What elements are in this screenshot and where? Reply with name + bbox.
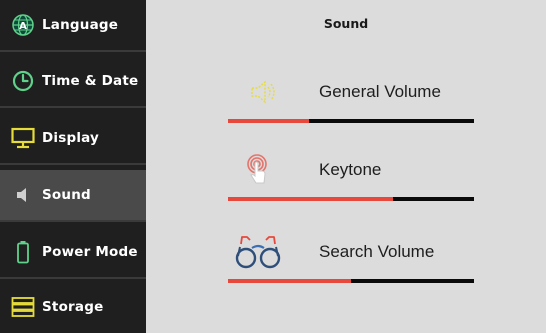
slider-fill: [228, 197, 393, 201]
sidebar-item-sound[interactable]: Sound: [0, 170, 146, 222]
svg-text:A: A: [19, 21, 27, 32]
slider-fill: [228, 279, 351, 283]
setting-general-volume: General Volume: [228, 70, 478, 130]
setting-keytone: Keytone: [228, 148, 478, 208]
sidebar-item-label: Time & Date: [42, 73, 139, 89]
sidebar-item-power-mode[interactable]: Power Mode: [0, 227, 146, 279]
setting-label: General Volume: [319, 82, 441, 101]
sidebar-item-label: Storage: [42, 299, 104, 315]
sidebar-item-label: Sound: [42, 187, 91, 203]
search-volume-slider[interactable]: [228, 279, 474, 283]
globe-icon: A: [10, 12, 36, 38]
setting-search-volume: Search Volume: [228, 230, 478, 290]
sidebar-item-display[interactable]: Display: [0, 113, 146, 165]
keytone-slider[interactable]: [228, 197, 474, 201]
speaker-icon: [10, 182, 36, 208]
volume-slider[interactable]: [228, 119, 474, 123]
page-title: Sound: [323, 16, 369, 31]
clock-icon: [10, 68, 36, 94]
sidebar-item-time-date[interactable]: Time & Date: [0, 56, 146, 108]
monitor-icon: [10, 125, 36, 151]
sidebar-item-storage[interactable]: Storage: [0, 281, 146, 333]
sidebar-item-label: Language: [42, 17, 119, 33]
slider-fill: [228, 119, 310, 123]
setting-label: Keytone: [319, 160, 382, 179]
setting-label: Search Volume: [319, 242, 435, 261]
battery-icon: [10, 239, 36, 265]
settings-sidebar: A Language Time & Date Display Sound Pow…: [0, 0, 146, 333]
sidebar-item-label: Display: [42, 130, 100, 146]
binoculars-icon: [228, 230, 288, 274]
sidebar-item-label: Power Mode: [42, 244, 138, 260]
sidebar-item-language[interactable]: A Language: [0, 0, 146, 52]
touch-icon: [228, 148, 288, 192]
storage-icon: [10, 294, 36, 320]
volume-icon: [228, 70, 288, 114]
